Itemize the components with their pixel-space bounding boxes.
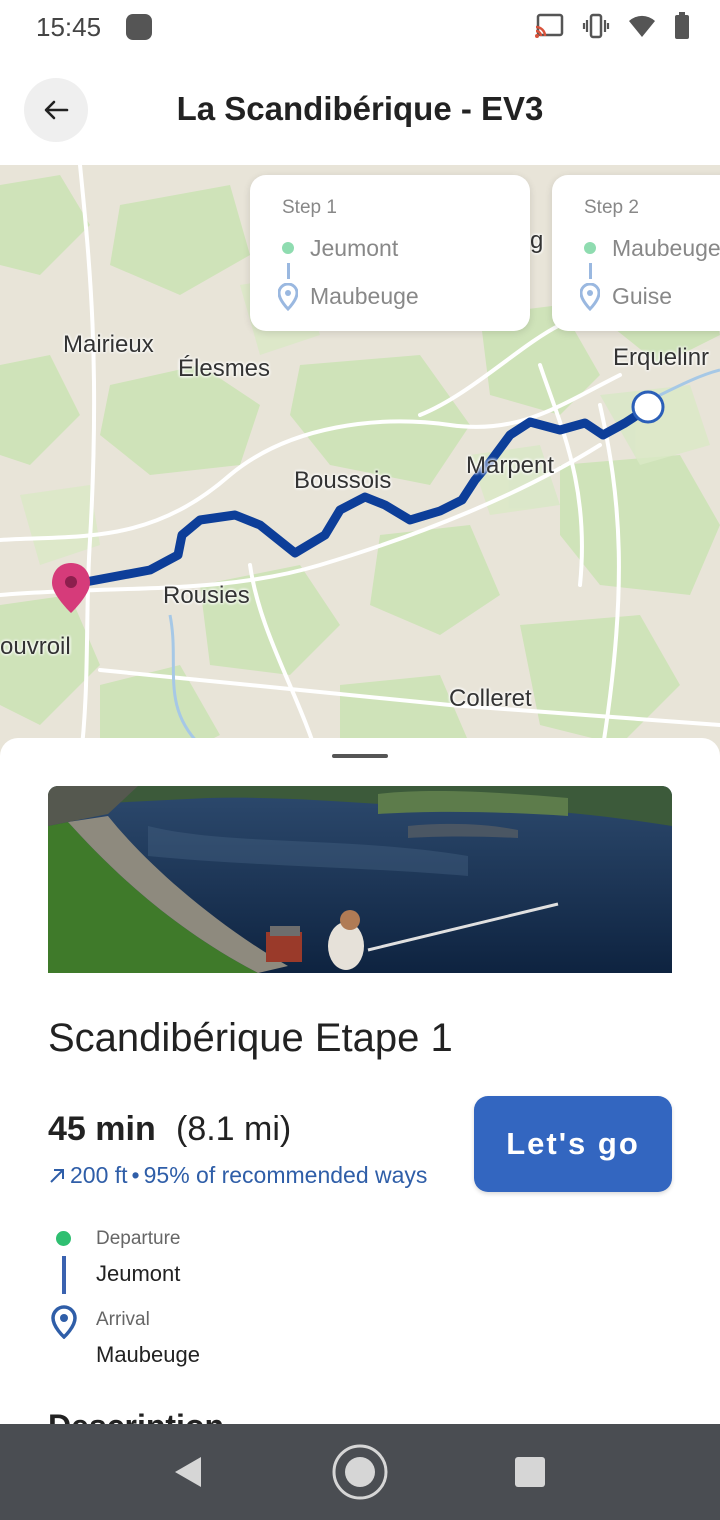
departure-dot-icon xyxy=(282,242,294,254)
description-heading: Description xyxy=(48,1408,224,1424)
status-bar: 15:45 xyxy=(0,0,720,56)
step-arrival: Maubeuge xyxy=(310,283,419,309)
step-card-2[interactable]: Step 2 Maubeuge Guise xyxy=(552,175,720,331)
step-label: Step 2 xyxy=(584,197,639,218)
step-connector xyxy=(287,263,290,279)
arrival-label: Arrival xyxy=(96,1309,150,1330)
step-label: Step 1 xyxy=(282,197,337,218)
triangle-back-icon xyxy=(175,1457,201,1487)
arrival-value: Maubeuge xyxy=(96,1342,200,1367)
place-label: Boussois xyxy=(294,467,392,494)
place-label: Élesmes xyxy=(178,355,271,382)
step-arrival: Guise xyxy=(612,283,673,309)
location-pin-icon xyxy=(278,283,298,311)
route-recommended: 95% of recommended ways xyxy=(143,1162,428,1188)
route-details-sheet: Scandibérique Etape 1 45 min (8.1 mi) 20… xyxy=(0,738,720,1424)
location-pin-icon xyxy=(51,1305,77,1339)
step-departure: Maubeuge xyxy=(612,235,720,261)
lets-go-button[interactable]: Let's go xyxy=(474,1096,672,1192)
place-label: Rousies xyxy=(163,582,250,609)
route-photo xyxy=(48,786,672,973)
vibrate-icon xyxy=(582,13,610,39)
nav-recents-button[interactable] xyxy=(500,1442,560,1502)
elevation-arrow-icon xyxy=(50,1168,64,1183)
place-label: Marpent xyxy=(466,452,555,479)
stats-separator: • xyxy=(131,1162,140,1188)
route-title: Scandibérique Etape 1 xyxy=(48,1016,453,1060)
status-time: 15:45 xyxy=(36,12,102,42)
departure-dot-icon xyxy=(56,1231,71,1246)
route-stats: 200 ft • 95% of recommended ways xyxy=(48,1162,427,1189)
place-label: Colleret xyxy=(449,685,532,712)
battery-icon xyxy=(674,12,690,40)
location-pin-icon xyxy=(580,283,600,311)
system-nav-bar xyxy=(0,1424,720,1520)
route-distance: (8.1 mi) xyxy=(176,1110,292,1148)
step-card-1[interactable]: Step 1 Jeumont Maubeuge xyxy=(250,175,530,331)
step-connector xyxy=(589,263,592,279)
departure-label: Departure xyxy=(96,1228,181,1249)
page-title: La Scandibérique - EV3 xyxy=(176,90,544,127)
nav-back-button[interactable] xyxy=(158,1442,218,1502)
route-elevation: 200 ft xyxy=(70,1162,128,1188)
app-header: La Scandibérique - EV3 xyxy=(0,56,720,166)
route-connector xyxy=(62,1256,66,1294)
status-icons xyxy=(534,12,690,40)
wifi-icon xyxy=(628,14,656,38)
place-label: ouvroil xyxy=(0,633,71,660)
circle-home-icon xyxy=(332,1444,388,1500)
route-map[interactable]: Mairieux Élesmes Boussois Marpent Rousie… xyxy=(0,165,720,765)
step-departure: Jeumont xyxy=(310,235,399,261)
cast-icon xyxy=(534,13,564,39)
notification-icon xyxy=(126,14,152,40)
square-recents-icon xyxy=(515,1457,545,1487)
place-label: Mairieux xyxy=(63,331,154,358)
place-label: g xyxy=(530,227,544,254)
departure-dot-icon xyxy=(584,242,596,254)
nav-home-button[interactable] xyxy=(330,1442,390,1502)
route-duration: 45 min xyxy=(48,1110,156,1148)
drag-handle[interactable] xyxy=(332,754,388,758)
departure-value: Jeumont xyxy=(96,1261,181,1286)
place-label: Erquelinr xyxy=(613,344,710,371)
route-end-marker xyxy=(631,390,665,424)
